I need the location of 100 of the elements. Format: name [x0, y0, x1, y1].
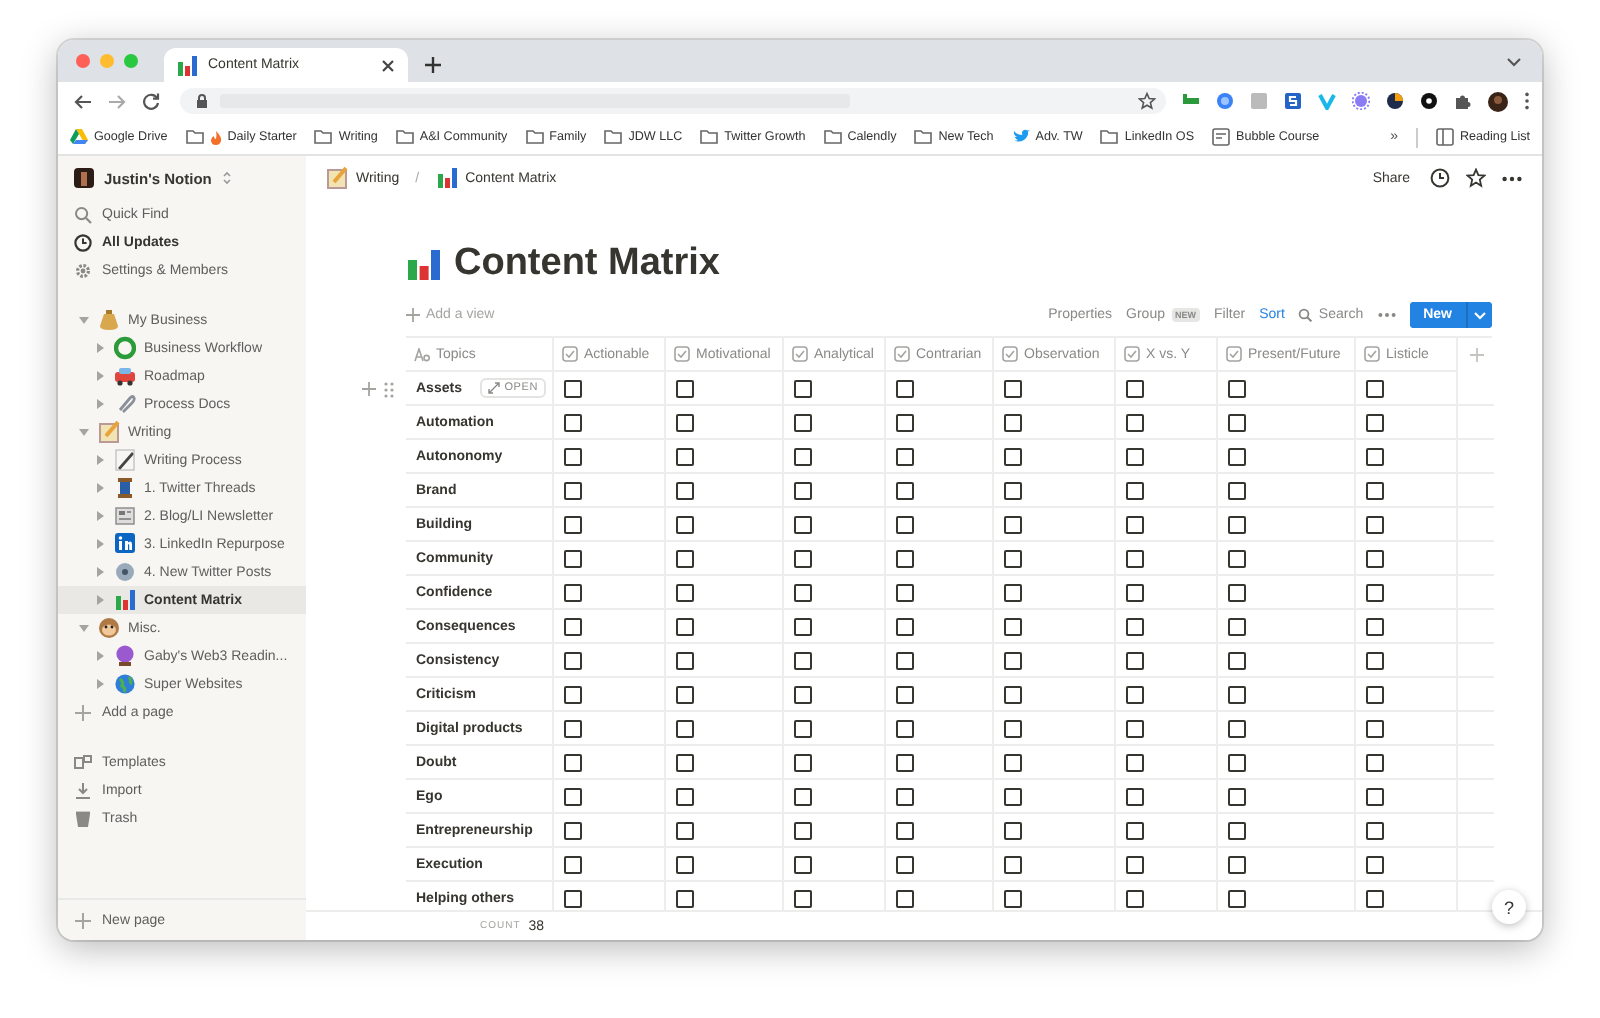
checkbox[interactable] [1366, 515, 1384, 533]
checkbox[interactable] [564, 549, 582, 567]
checkbox[interactable] [1228, 889, 1246, 907]
checkbox[interactable] [564, 855, 582, 873]
checkbox[interactable] [564, 719, 582, 737]
checkbox[interactable] [1228, 413, 1246, 431]
more-vertical-icon[interactable] [1524, 92, 1530, 110]
checkbox[interactable] [896, 753, 914, 771]
checkbox[interactable] [1126, 889, 1144, 907]
close-icon[interactable] [380, 57, 396, 73]
checkbox[interactable] [564, 651, 582, 669]
chevron-down-icon[interactable] [1468, 301, 1492, 327]
checkbox[interactable] [564, 447, 582, 465]
checkbox[interactable] [1228, 379, 1246, 397]
checkbox[interactable] [1126, 481, 1144, 499]
checkbox[interactable] [1004, 413, 1022, 431]
checkbox[interactable] [794, 855, 812, 873]
checkbox[interactable] [676, 685, 694, 703]
checkbox[interactable] [564, 379, 582, 397]
more-horizontal-icon[interactable] [1502, 175, 1522, 181]
checkbox[interactable] [1366, 481, 1384, 499]
extension-icon[interactable] [1420, 92, 1438, 110]
checkbox[interactable] [1126, 855, 1144, 873]
checkbox[interactable] [1228, 549, 1246, 567]
checkbox[interactable] [1126, 413, 1144, 431]
checkbox[interactable] [1004, 685, 1022, 703]
checkbox[interactable] [896, 413, 914, 431]
checkbox[interactable] [676, 413, 694, 431]
checkbox[interactable] [1366, 855, 1384, 873]
checkbox[interactable] [1366, 753, 1384, 771]
checkbox[interactable] [1004, 549, 1022, 567]
checkbox[interactable] [896, 481, 914, 499]
extension-icon[interactable] [1386, 92, 1404, 110]
checkbox[interactable] [1004, 379, 1022, 397]
star-outline-icon[interactable] [1466, 168, 1486, 188]
checkbox[interactable] [676, 617, 694, 635]
checkbox[interactable] [1228, 821, 1246, 839]
checkbox[interactable] [794, 515, 812, 533]
checkbox[interactable] [1004, 855, 1022, 873]
checkbox[interactable] [794, 617, 812, 635]
checkbox[interactable] [1228, 787, 1246, 805]
checkbox[interactable] [896, 549, 914, 567]
checkbox[interactable] [1126, 719, 1144, 737]
checkbox[interactable] [1126, 753, 1144, 771]
checkbox[interactable] [1228, 583, 1246, 601]
checkbox[interactable] [794, 447, 812, 465]
checkbox[interactable] [896, 787, 914, 805]
chevron-down-icon[interactable] [1506, 56, 1522, 68]
checkbox[interactable] [1366, 821, 1384, 839]
checkbox[interactable] [896, 379, 914, 397]
checkbox[interactable] [676, 889, 694, 907]
checkbox[interactable] [676, 583, 694, 601]
checkbox[interactable] [1126, 787, 1144, 805]
checkbox[interactable] [1228, 515, 1246, 533]
checkbox[interactable] [1126, 549, 1144, 567]
checkbox[interactable] [1228, 481, 1246, 499]
checkbox[interactable] [1228, 719, 1246, 737]
checkbox[interactable] [794, 889, 812, 907]
checkbox[interactable] [896, 719, 914, 737]
puzzle-piece-icon[interactable] [1454, 92, 1472, 110]
checkbox[interactable] [896, 617, 914, 635]
checkbox[interactable] [1366, 447, 1384, 465]
checkbox[interactable] [794, 719, 812, 737]
checkbox[interactable] [1004, 583, 1022, 601]
checkbox[interactable] [1004, 447, 1022, 465]
checkbox[interactable] [794, 787, 812, 805]
checkbox[interactable] [676, 379, 694, 397]
checkbox[interactable] [1366, 549, 1384, 567]
checkbox[interactable] [1366, 413, 1384, 431]
checkbox[interactable] [1004, 787, 1022, 805]
back-icon[interactable] [74, 93, 92, 109]
checkbox[interactable] [1228, 753, 1246, 771]
checkbox[interactable] [1366, 379, 1384, 397]
checkbox[interactable] [1004, 617, 1022, 635]
checkbox[interactable] [564, 481, 582, 499]
checkbox[interactable] [794, 379, 812, 397]
checkbox[interactable] [896, 855, 914, 873]
checkbox[interactable] [896, 889, 914, 907]
checkbox[interactable] [676, 549, 694, 567]
checkbox[interactable] [1366, 583, 1384, 601]
checkbox[interactable] [1004, 651, 1022, 669]
checkbox[interactable] [564, 685, 582, 703]
checkbox[interactable] [564, 753, 582, 771]
checkbox[interactable] [1366, 787, 1384, 805]
checkbox[interactable] [1126, 583, 1144, 601]
checkbox[interactable] [1004, 481, 1022, 499]
checkbox[interactable] [794, 753, 812, 771]
checkbox[interactable] [676, 651, 694, 669]
checkbox[interactable] [1366, 889, 1384, 907]
checkbox[interactable] [1228, 447, 1246, 465]
checkbox[interactable] [896, 685, 914, 703]
checkbox[interactable] [896, 821, 914, 839]
profile-avatar-icon[interactable] [1488, 91, 1508, 111]
checkbox[interactable] [1366, 651, 1384, 669]
reload-icon[interactable] [142, 92, 160, 110]
checkbox[interactable] [1228, 855, 1246, 873]
checkbox[interactable] [794, 583, 812, 601]
checkbox[interactable] [1126, 617, 1144, 635]
checkbox[interactable] [896, 515, 914, 533]
checkbox[interactable] [1004, 889, 1022, 907]
